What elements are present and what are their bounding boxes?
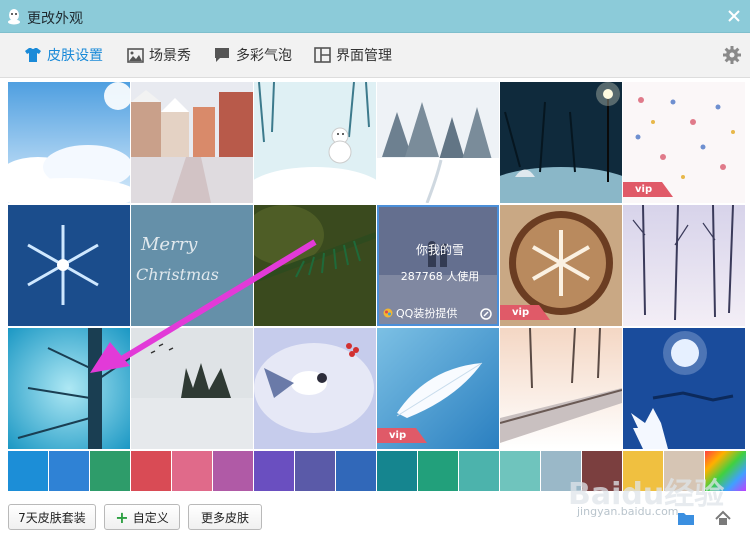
more-skins-button[interactable]: 更多皮肤 [188,504,262,530]
skin-thumbnail [8,82,130,203]
skin-tile-sky-clouds[interactable] [8,82,130,203]
color-swatch[interactable] [254,451,294,491]
skin-tile-latte-snowflake[interactable]: vip [500,205,622,326]
close-icon[interactable] [724,6,744,26]
skin-provider: QQ装扮提供 [383,305,457,321]
provider-label: QQ装扮提供 [396,307,458,320]
tab-label: 场景秀 [149,48,191,64]
picture-icon [127,47,144,63]
skin-tile-snow-forest[interactable] [377,82,499,203]
skin-tile-night-lamp[interactable] [500,82,622,203]
skin-user-count: 287768 人使用 [400,270,480,283]
gear-icon[interactable] [722,45,742,65]
skin-tile-floral-pattern[interactable]: vip [623,82,745,203]
custom-skin-button[interactable]: + 自定义 [104,504,180,530]
color-swatch[interactable] [172,451,212,491]
skin-thumbnail [8,205,130,326]
color-swatch[interactable] [131,451,171,491]
skin-thumbnail [131,82,253,203]
tab-label: 界面管理 [336,48,392,64]
skin-thumbnail [623,328,745,449]
tab-label: 皮肤设置 [47,48,103,64]
skin-thumbnail [8,328,130,449]
skin-tile-pine-branch[interactable] [254,205,376,326]
skin-tile-merry-christmas[interactable]: Merry Christmas [131,205,253,326]
qq-penguin-icon [8,9,20,25]
tab-scene-show[interactable]: 场景秀 [127,44,191,66]
color-swatch[interactable] [8,451,48,491]
skin-tile-snowman[interactable] [254,82,376,203]
skin-thumbnail [623,205,745,326]
color-swatch[interactable] [500,451,540,491]
window-title: 更改外观 [27,11,83,27]
skin-thumbnail: Merry Christmas [131,205,253,326]
button-label: 自定义 [132,510,169,525]
skin-tile-purple-trees[interactable] [623,205,745,326]
color-swatch[interactable] [377,451,417,491]
seven-day-skin-set-button[interactable]: 7天皮肤套装 [8,504,96,530]
skin-thumbnail [500,82,622,203]
speech-bubble-icon [215,48,229,62]
skin-tile-your-snow[interactable]: 你我的雪 287768 人使用 QQ装扮提供 [377,205,499,326]
color-swatch[interactable] [336,451,376,491]
qq-star-icon [383,308,393,318]
skin-thumbnail [377,82,499,203]
skin-hover-card: 你我的雪 287768 人使用 QQ装扮提供 [377,205,499,326]
skin-tile-snowy-lake[interactable] [131,328,253,449]
skin-tile-blue-branches[interactable] [8,328,130,449]
skin-grid: vip Merry Christmas 你我的雪 287768 人使用 QQ装扮… [8,82,746,450]
tab-colorful-bubbles[interactable]: 多彩气泡 [213,44,292,66]
skin-tile-snowy-street[interactable] [131,82,253,203]
tab-label: 多彩气泡 [236,48,292,64]
skin-thumbnail [254,205,376,326]
button-label: 更多皮肤 [200,510,249,525]
plus-icon: + [115,507,129,527]
share-link-icon[interactable] [480,308,492,320]
baidu-watermark: Baidu经验 [568,477,724,512]
skin-tile-moon-reindeer[interactable] [623,328,745,449]
button-label: 7天皮肤套装 [18,510,86,525]
skin-thumbnail [254,328,376,449]
tab-skin-settings[interactable]: 皮肤设置 [24,44,103,66]
color-swatch[interactable] [213,451,253,491]
tab-bar: 皮肤设置 场景秀 多彩气泡 界面管理 [0,33,750,78]
color-swatch[interactable] [90,451,130,491]
color-swatch[interactable] [459,451,499,491]
skin-tile-snowflake-blue[interactable] [8,205,130,326]
layout-icon [314,47,331,63]
skin-tile-feather[interactable]: vip [377,328,499,449]
watermark-url: jingyan.baidu.com [577,505,679,518]
skin-tile-snowy-path[interactable] [500,328,622,449]
skin-name: 你我的雪 [415,243,464,257]
skin-tile-bird-berries[interactable] [254,328,376,449]
tab-interface-management[interactable]: 界面管理 [314,44,392,66]
skin-thumbnail [500,328,622,449]
color-swatch[interactable] [49,451,89,491]
skin-thumbnail [254,82,376,203]
skin-thumbnail [131,328,253,449]
color-swatch[interactable] [295,451,335,491]
svg-text:Christmas: Christmas [136,265,219,284]
shirt-icon [25,48,41,62]
svg-text:Merry: Merry [140,234,198,255]
title-bar: 更改外观 [0,0,750,33]
color-swatch[interactable] [418,451,458,491]
